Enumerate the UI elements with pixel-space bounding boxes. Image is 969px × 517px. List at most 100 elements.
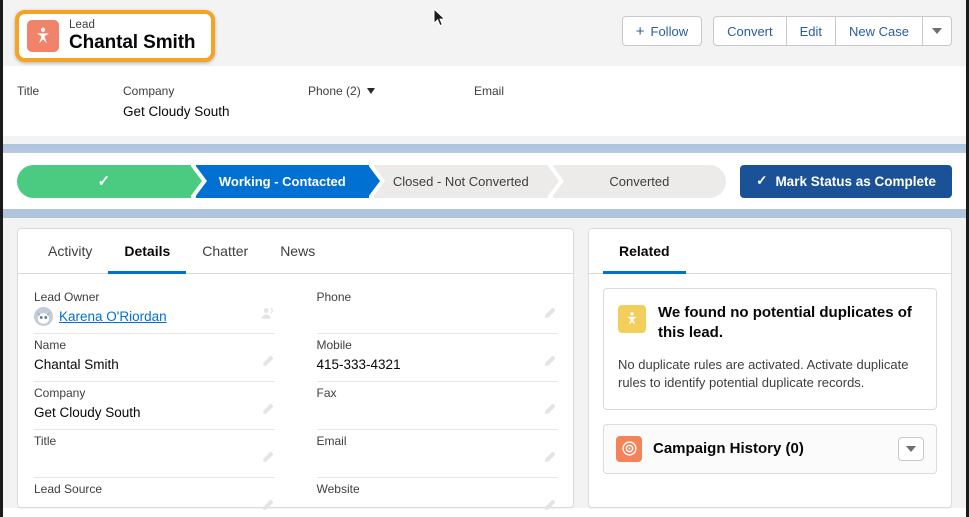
path-step-completed[interactable]: ✓ <box>17 165 191 198</box>
path-steps: ✓ Working - Contacted Closed - Not Conve… <box>17 165 726 198</box>
pencil-icon[interactable] <box>542 306 557 326</box>
field-label: Lead Source <box>34 482 275 496</box>
field-name: Name Chantal Smith <box>34 334 275 382</box>
highlight-value: Get Cloudy South <box>123 104 298 119</box>
lead-duplicate-icon <box>618 305 646 333</box>
highlight-label: Email <box>474 84 504 98</box>
chevron-down-icon[interactable] <box>367 88 375 94</box>
chevron-down-icon <box>932 28 942 34</box>
field-label: Lead Owner <box>34 290 275 304</box>
follow-button-label: Follow <box>651 24 689 39</box>
campaign-history-menu-button[interactable] <box>898 437 924 461</box>
related-card: Related We found no potential duplicates… <box>588 228 952 508</box>
more-actions-button[interactable] <box>923 16 952 46</box>
change-owner-icon[interactable] <box>260 306 275 326</box>
highlight-field-phone[interactable]: Phone (2) <box>308 84 474 136</box>
header-button-group: Convert Edit New Case <box>713 16 952 46</box>
duplicate-card-title: We found no potential duplicates of this… <box>658 303 922 342</box>
tab-related[interactable]: Related <box>603 229 686 274</box>
tab-activity[interactable]: Activity <box>32 229 108 274</box>
field-value: 415-333-4321 <box>317 355 558 374</box>
field-value <box>34 451 275 470</box>
related-body: We found no potential duplicates of this… <box>589 288 951 484</box>
sales-path: ✓ Working - Contacted Closed - Not Conve… <box>3 153 966 209</box>
pencil-icon[interactable] <box>260 498 275 517</box>
mark-status-complete-button[interactable]: ✓ Mark Status as Complete <box>740 165 952 198</box>
check-icon: ✓ <box>97 172 110 190</box>
edit-button[interactable]: Edit <box>787 16 836 46</box>
campaign-history-title: Campaign History (0) <box>653 440 887 457</box>
field-company: Company Get Cloudy South <box>34 382 275 430</box>
field-lead-source: Lead Source <box>34 478 275 517</box>
highlight-label-phone: Phone (2) <box>308 84 464 98</box>
field-value: Karena O'Riordan <box>34 307 275 326</box>
field-label: Mobile <box>317 338 558 352</box>
field-value <box>317 451 558 470</box>
chevron-down-icon <box>906 446 916 452</box>
field-label: Company <box>34 386 275 400</box>
field-label: Name <box>34 338 275 352</box>
pencil-icon[interactable] <box>260 450 275 470</box>
campaign-history-card[interactable]: Campaign History (0) <box>603 424 937 474</box>
convert-button[interactable]: Convert <box>713 16 787 46</box>
highlight-label: Company <box>123 84 298 98</box>
pencil-icon[interactable] <box>542 354 557 374</box>
highlight-field-company: Company Get Cloudy South <box>123 84 308 136</box>
field-email: Email <box>317 430 558 478</box>
field-value <box>34 499 275 517</box>
lead-owner-link[interactable]: Karena O'Riordan <box>59 309 167 324</box>
section-divider-bottom <box>3 209 966 218</box>
duplicate-card-header: We found no potential duplicates of this… <box>618 303 922 342</box>
highlight-field-title: Title <box>17 84 123 136</box>
tab-details[interactable]: Details <box>108 229 186 274</box>
highlight-label: Title <box>17 84 113 98</box>
check-icon: ✓ <box>756 173 767 189</box>
field-value: Chantal Smith <box>34 355 275 374</box>
field-value <box>317 403 558 422</box>
pencil-icon[interactable] <box>260 354 275 374</box>
details-card: Activity Details Chatter News Lead Owner <box>17 228 574 508</box>
highlights-panel: Lead Chantal Smith + Follow Convert Edit… <box>3 0 966 144</box>
plus-icon: + <box>636 24 645 39</box>
pencil-icon[interactable] <box>542 450 557 470</box>
follow-button[interactable]: + Follow <box>622 16 702 46</box>
pencil-icon[interactable] <box>542 402 557 422</box>
field-title: Title <box>34 430 275 478</box>
pencil-icon[interactable] <box>260 402 275 422</box>
page-title: Chantal Smith <box>69 32 195 53</box>
duplicate-card-body: No duplicate rules are activated. Activa… <box>618 356 922 393</box>
field-label: Email <box>317 434 558 448</box>
tab-news[interactable]: News <box>264 229 331 274</box>
field-label: Fax <box>317 386 558 400</box>
record-title-text: Lead Chantal Smith <box>69 19 195 53</box>
avatar <box>34 307 53 326</box>
header-actions: + Follow Convert Edit New Case <box>622 8 952 46</box>
field-mobile: Mobile 415-333-4321 <box>317 334 558 382</box>
new-case-button[interactable]: New Case <box>836 16 923 46</box>
details-right-column: Phone Mobile 415-333-4321 <box>317 286 558 517</box>
field-website: Website <box>317 478 558 517</box>
field-label: Website <box>317 482 558 496</box>
object-type-label: Lead <box>69 19 195 32</box>
pencil-icon[interactable] <box>542 498 557 517</box>
field-value <box>317 499 558 517</box>
field-phone: Phone <box>317 286 558 334</box>
details-fields: Lead Owner <box>18 274 573 517</box>
path-step-working-contacted[interactable]: Working - Contacted <box>196 165 370 198</box>
campaign-target-icon <box>616 436 642 462</box>
path-step-closed-not-converted[interactable]: Closed - Not Converted <box>374 165 548 198</box>
field-label: Phone <box>317 290 558 304</box>
field-value <box>317 307 558 326</box>
highlights-top-row: Lead Chantal Smith + Follow Convert Edit… <box>3 0 966 66</box>
lead-person-icon <box>27 20 59 52</box>
section-divider-top <box>3 144 966 153</box>
salesforce-lead-record-page: Lead Chantal Smith + Follow Convert Edit… <box>0 0 969 517</box>
highlights-fields-row: Title Company Get Cloudy South Phone (2)… <box>3 66 966 136</box>
path-step-converted[interactable]: Converted <box>553 165 727 198</box>
tab-chatter[interactable]: Chatter <box>186 229 264 274</box>
highlight-field-email: Email <box>474 84 514 136</box>
mark-status-complete-label: Mark Status as Complete <box>775 174 936 189</box>
main-content: Activity Details Chatter News Lead Owner <box>3 218 966 508</box>
field-fax: Fax <box>317 382 558 430</box>
record-title-block[interactable]: Lead Chantal Smith <box>15 10 215 62</box>
